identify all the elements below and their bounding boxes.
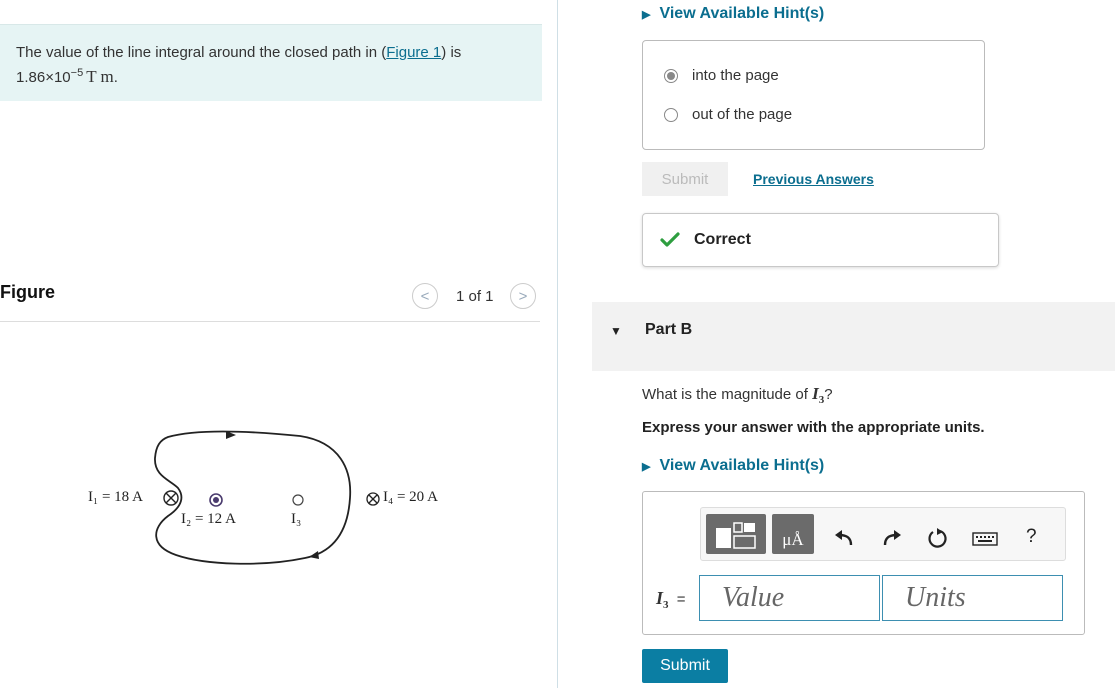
- help-icon[interactable]: ?: [1026, 526, 1037, 548]
- panel-divider-bottom: [557, 272, 558, 688]
- integral-value-mantissa: 1.86×10: [16, 69, 71, 86]
- part-a-submit-button[interactable]: Submit: [642, 162, 728, 196]
- closed-path: [154, 430, 352, 565]
- integral-value-exponent: −5: [70, 67, 84, 79]
- figure-pager: 1 of 1: [456, 288, 494, 305]
- label-i4: I₄ = 20 A: [383, 489, 438, 505]
- chevron-right-icon: >: [518, 287, 528, 305]
- problem-statement: The value of the line integral around th…: [16, 42, 461, 88]
- i2-out-symbol: [209, 493, 223, 507]
- templates-icon: [716, 522, 756, 549]
- feedback-text: Correct: [694, 231, 751, 248]
- part-b-instruction: Express your answer with the appropriate…: [642, 419, 985, 436]
- i4-into-symbol: [366, 492, 380, 506]
- i3-symbol: [292, 494, 304, 506]
- i1-into-symbol: [163, 490, 179, 506]
- radio-selected[interactable]: [664, 68, 678, 83]
- answer-label: I3 =: [656, 588, 685, 611]
- answer-equals: =: [676, 591, 686, 608]
- units-input[interactable]: Units: [882, 575, 1063, 621]
- figure-link[interactable]: Figure 1: [386, 44, 441, 61]
- choice-out-of-page[interactable]: out of the page: [664, 106, 792, 123]
- statement-prefix: The value of the line integral around th…: [16, 44, 387, 61]
- redo-icon[interactable]: [881, 528, 903, 548]
- path-arrow-bottom: [309, 551, 319, 559]
- check-icon: [660, 232, 680, 247]
- part-b-hints-toggle[interactable]: ▶ View Available Hint(s): [642, 457, 824, 475]
- figure-title: Figure: [0, 282, 56, 302]
- statement-suffix: ) is: [441, 44, 462, 61]
- radio-unselected[interactable]: [664, 107, 678, 122]
- part-b-title: Part B: [645, 321, 693, 338]
- part-b-submit-button[interactable]: Submit: [642, 649, 728, 683]
- integral-value-end: .: [113, 69, 118, 86]
- answer-variable-sub: 3: [663, 599, 669, 611]
- templates-button[interactable]: [706, 514, 766, 554]
- caret-down-icon: ▼: [610, 324, 622, 338]
- part-b-hints-label: View Available Hint(s): [659, 457, 825, 474]
- choice-label: into the page: [692, 67, 779, 84]
- chevron-left-icon: <: [420, 287, 430, 305]
- figure-divider: [0, 321, 540, 322]
- value-input[interactable]: Value: [699, 575, 880, 621]
- part-b-question: What is the magnitude of I3?: [642, 384, 833, 406]
- part-a-hints-toggle[interactable]: ▶ View Available Hint(s): [642, 5, 824, 23]
- panel-divider-top: [557, 0, 558, 272]
- question-prefix: What is the magnitude of: [642, 386, 813, 403]
- label-i2: I₂ = 12 A: [181, 511, 236, 527]
- caret-right-icon: ▶: [642, 461, 651, 473]
- label-i1: I₁ = 18 A: [88, 489, 143, 505]
- previous-answers-link[interactable]: Previous Answers: [753, 171, 874, 187]
- figure-diagram: [154, 430, 380, 565]
- figure-next-button[interactable]: >: [510, 283, 536, 309]
- caret-right-icon: ▶: [642, 9, 651, 21]
- integral-value-units: T m: [86, 67, 114, 86]
- answer-variable: I: [656, 588, 664, 608]
- units-icon: μÅ: [782, 530, 804, 549]
- units-button[interactable]: μÅ: [772, 514, 814, 554]
- figure-prev-button[interactable]: <: [412, 283, 438, 309]
- choice-into-page[interactable]: into the page: [664, 67, 779, 84]
- keyboard-icon[interactable]: [972, 532, 998, 546]
- part-a-choices: [642, 40, 985, 150]
- part-a-hints-label: View Available Hint(s): [659, 5, 825, 22]
- label-i3: I₃: [291, 511, 302, 527]
- question-variable: I: [812, 384, 819, 403]
- reset-icon[interactable]: [926, 527, 948, 549]
- question-suffix: ?: [824, 386, 833, 403]
- choice-label: out of the page: [692, 106, 793, 123]
- undo-icon[interactable]: [833, 528, 855, 548]
